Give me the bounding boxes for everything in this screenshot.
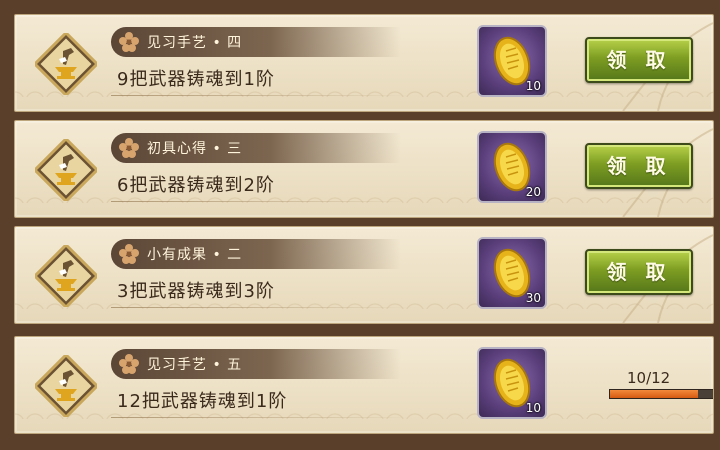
quest-card: 见习手艺 • 五 12把武器铸魂到1阶 10 10/12 [14, 336, 714, 434]
quest-title: 见习手艺 • 四 [147, 35, 243, 51]
divider [111, 417, 411, 418]
divider [111, 201, 411, 202]
quest-card: 小有成果 • 二 3把武器铸魂到3阶 30 领 取 [14, 226, 714, 324]
quest-description: 6把武器铸魂到2阶 [117, 175, 275, 196]
claim-button[interactable]: 领 取 [585, 143, 693, 189]
reward-count: 20 [525, 185, 541, 199]
quest-card: 初具心得 • 三 6把武器铸魂到2阶 20 领 取 [14, 120, 714, 218]
reward-count: 30 [525, 291, 541, 305]
progress-label: 10/12 [627, 369, 671, 387]
reward-item[interactable]: 10 [477, 25, 547, 97]
reward-item[interactable]: 10 [477, 347, 547, 419]
quest-description: 3把武器铸魂到3阶 [117, 281, 275, 302]
quest-title: 初具心得 • 三 [147, 141, 243, 157]
flower-icon [119, 244, 139, 264]
divider [111, 95, 411, 96]
progress-fill [610, 390, 699, 398]
anvil-emblem-icon [35, 245, 97, 307]
flower-icon [119, 32, 139, 52]
flower-icon [119, 354, 139, 374]
reward-count: 10 [525, 79, 541, 93]
quest-list: 见习手艺 • 四 9把武器铸魂到1阶 10 领 取 初具心得 • 三 6把武器铸… [0, 0, 720, 450]
quest-title: 见习手艺 • 五 [147, 357, 243, 373]
reward-count: 10 [525, 401, 541, 415]
flower-icon [119, 138, 139, 158]
divider [111, 307, 411, 308]
quest-title: 小有成果 • 二 [147, 247, 243, 263]
quest-description: 12把武器铸魂到1阶 [117, 391, 288, 412]
anvil-emblem-icon [35, 33, 97, 95]
claim-button[interactable]: 领 取 [585, 37, 693, 83]
anvil-emblem-icon [35, 139, 97, 201]
anvil-emblem-icon [35, 355, 97, 417]
reward-item[interactable]: 30 [477, 237, 547, 309]
progress-bar [609, 389, 713, 399]
reward-item[interactable]: 20 [477, 131, 547, 203]
quest-card: 见习手艺 • 四 9把武器铸魂到1阶 10 领 取 [14, 14, 714, 112]
claim-button[interactable]: 领 取 [585, 249, 693, 295]
quest-description: 9把武器铸魂到1阶 [117, 69, 275, 90]
